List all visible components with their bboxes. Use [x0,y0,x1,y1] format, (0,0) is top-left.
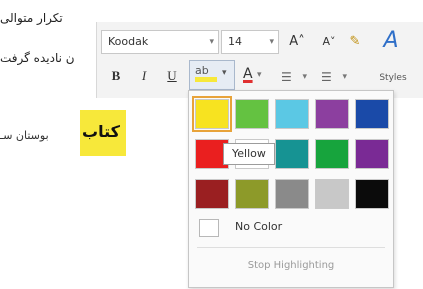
shrink-font-button[interactable]: A˅ [319,32,339,52]
numbering-icon: ☰ [321,70,332,84]
font-color-button[interactable]: A ▾ [239,66,269,88]
color-swatch[interactable] [192,96,232,132]
chevron-down-icon: ▾ [302,72,307,82]
highlighter-icon: ab [195,64,209,77]
color-swatch[interactable] [275,139,309,169]
document-text-line-1: تکرار متوالی [0,11,63,25]
color-swatch[interactable] [235,179,269,209]
styles-label[interactable]: Styles [371,68,415,88]
highlight-color-bar [195,77,217,82]
font-name-dropdown[interactable]: Koodak ▾ [101,30,219,54]
highlighted-bold-word[interactable]: کتاب [82,122,120,141]
font-size-value: 14 [228,35,242,48]
italic-button[interactable]: I [137,66,151,86]
chevron-down-icon: ▾ [342,72,347,82]
color-swatch[interactable] [195,179,229,209]
menu-divider [197,247,385,248]
mini-toolbar: Koodak ▾ 14 ▾ A˄ A˅ ✎ A Styles B I U ab … [96,22,423,98]
bullets-button[interactable]: ☰ ▾ [281,66,307,88]
color-swatch[interactable] [355,99,389,129]
bold-button[interactable]: B [109,66,123,86]
chevron-down-icon: ▾ [257,70,262,80]
clear-formatting-button[interactable]: ✎ [345,32,365,52]
grow-font-button[interactable]: A˄ [287,32,307,52]
stop-highlighting-option[interactable]: Stop Highlighting [193,255,389,277]
color-tooltip: Yellow [223,143,275,165]
chevron-down-icon: ▾ [269,37,274,47]
color-swatch[interactable] [315,99,349,129]
text-highlight-color-button[interactable]: ab ▾ [189,60,235,90]
styles-icon[interactable]: A [373,26,409,56]
color-swatch[interactable] [355,179,389,209]
color-swatch[interactable] [315,139,349,169]
font-size-dropdown[interactable]: 14 ▾ [221,30,279,54]
bullets-icon: ☰ [281,70,292,84]
no-color-swatch [199,219,219,237]
numbering-button[interactable]: ☰ ▾ [321,66,347,88]
document-text-line-3: بوستان سـ [0,129,49,142]
chevron-down-icon: ▾ [222,68,227,78]
font-color-icon: A [243,66,253,82]
no-color-option[interactable]: No Color [193,215,389,241]
highlight-color-menu: Yellow No Color Stop Highlighting [188,90,394,288]
color-swatch[interactable] [275,99,309,129]
color-swatch[interactable] [315,179,349,209]
underline-button[interactable]: U [165,66,179,86]
color-swatch[interactable] [275,179,309,209]
font-name-value: Koodak [108,35,149,48]
document-text-line-2: ن نادیده گرفت [0,51,75,65]
color-swatch[interactable] [355,139,389,169]
chevron-down-icon: ▾ [209,37,214,47]
no-color-label: No Color [235,220,283,233]
color-swatch[interactable] [235,99,269,129]
